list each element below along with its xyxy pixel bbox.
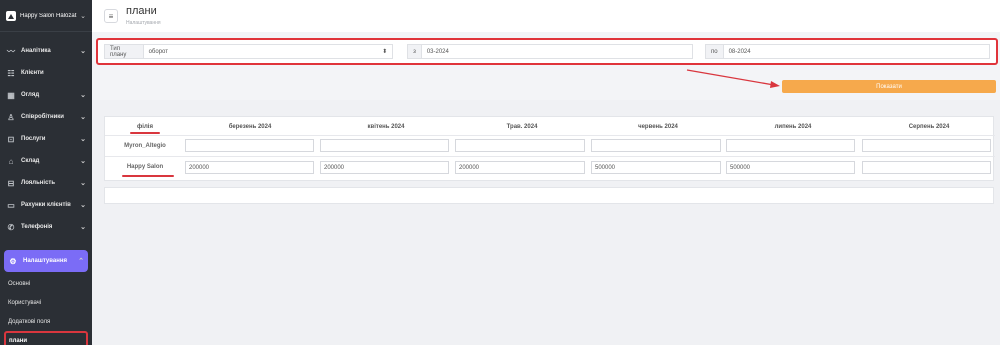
sidebar-item-client-accounts[interactable]: ▭ Рахунки клієнтів ⌄ [0,194,92,216]
plan-value-input[interactable]: 500000 [591,161,721,174]
menu-toggle-button[interactable]: ≡ [104,9,118,23]
sidebar-item-label: Рахунки клієнтів [21,202,71,208]
sidebar: Happy Salon Hálózat ⌄ 〰 Аналітика ⌄ ☷ Кл… [0,0,92,345]
gear-icon: ⚙ [9,256,17,266]
plan-value-input[interactable]: 200000 [320,161,449,174]
chevron-up-icon: ⌃ [78,258,84,265]
services-icon: ⊡ [7,134,15,144]
sidebar-subitem-users[interactable]: Користувачі [0,293,92,312]
chevron-down-icon: ⌄ [80,180,86,187]
plan-value-input[interactable] [455,139,585,152]
sidebar-item-warehouse[interactable]: ⌂ Склад ⌄ [0,150,92,172]
title-block: плани Налаштування [126,5,161,27]
user-icon: ♙ [7,112,15,122]
sidebar-item-label: Послуги [21,136,46,142]
sidebar-item-employees[interactable]: ♙ Співробітники ⌄ [0,106,92,128]
loyalty-icon: ⊟ [7,178,15,188]
row-label-branch: Happy Salon [126,164,164,170]
plan-type-value: оборот [148,48,168,55]
from-label: з [407,44,422,59]
show-button[interactable]: Показати [782,80,996,93]
chart-line-icon: 〰 [7,46,15,56]
sidebar-item-overview[interactable]: ▦ Огляд ⌄ [0,84,92,106]
hamburger-icon: ≡ [108,11,114,21]
chevron-down-icon: ⌄ [80,202,86,209]
highlight-underline [130,132,160,134]
sidebar-item-label: Клієнти [21,70,44,76]
plan-filter-bar: Тип плану оборот ⬍ з 03-2024 по 08-2024 [96,38,998,65]
plan-value-input[interactable]: 500000 [726,161,855,174]
divider [105,156,995,157]
sidebar-item-clients[interactable]: ☷ Клієнти [0,62,92,84]
chevron-down-icon: ⌄ [80,12,86,20]
column-header-month: березень 2024 [228,124,272,130]
warehouse-icon: ⌂ [8,156,14,166]
from-date-input[interactable]: 03-2024 [421,44,694,59]
column-header-month: Серпень 2024 [908,124,950,130]
logo-icon [6,10,16,21]
brand-switcher[interactable]: Happy Salon Hálózat ⌄ [0,0,92,32]
column-header-month: квітень 2024 [367,124,405,130]
phone-icon: ✆ [7,222,15,232]
sidebar-subitem-general[interactable]: Основні [0,274,92,293]
sidebar-item-label: Огляд [21,92,40,98]
sidebar-item-services[interactable]: ⊡ Послуги ⌄ [0,128,92,150]
to-date-input[interactable]: 08-2024 [723,44,990,59]
sidebar-item-loyalty[interactable]: ⊟ Лояльність ⌄ [0,172,92,194]
chevron-down-icon: ⌄ [80,92,86,99]
plan-value-input[interactable] [726,139,855,152]
sidebar-item-label: Телефонія [21,224,53,230]
plan-type-label: Тип плану [104,44,144,59]
sidebar-nav: 〰 Аналітика ⌄ ☷ Клієнти ▦ Огляд ⌄ ♙ Спів… [0,32,92,345]
select-arrows-icon: ⬍ [382,49,388,55]
sidebar-item-label: Налаштування [23,258,67,264]
plan-value-input[interactable] [591,139,721,152]
sidebar-item-label: Аналітика [21,48,51,54]
row-label-branch: Myron_Altegio [124,143,166,149]
sidebar-item-telephony[interactable]: ✆ Телефонія ⌄ [0,216,92,238]
plans-table: філія березень 2024 квітень 2024 Трав. 2… [104,116,995,181]
plan-value-input[interactable] [862,161,991,174]
chevron-down-icon: ⌄ [80,224,86,231]
table-footer [104,187,994,204]
sidebar-item-analytics[interactable]: 〰 Аналітика ⌄ [0,40,92,62]
plan-value-input[interactable]: 200000 [185,161,314,174]
page-subtitle: Налаштування [126,20,161,26]
plan-value-input[interactable] [185,139,314,152]
plan-value-input[interactable] [320,139,449,152]
sidebar-item-label: Лояльність [21,180,56,186]
settings-submenu: Основні Користувачі Додаткові поля плани [0,272,92,345]
grid-icon: ▦ [7,90,15,100]
sidebar-subitem-plans[interactable]: плани [4,331,88,345]
column-header-branch: філія [137,124,153,130]
highlight-underline [122,175,174,177]
column-header-month: червень 2024 [638,124,678,130]
wallet-icon: ▭ [7,200,15,210]
chevron-down-icon: ⌄ [80,158,86,165]
annotation-arrow-icon [686,69,780,88]
sidebar-item-label: Склад [21,158,40,164]
divider [105,135,995,136]
chevron-down-icon: ⌄ [80,136,86,143]
brand-name: Happy Salon Hálózat [20,12,77,19]
chevron-down-icon: ⌄ [80,48,86,55]
column-header-month: липень 2024 [774,124,812,130]
sidebar-item-label: Співробітники [21,114,64,120]
chevron-down-icon: ⌄ [80,114,86,121]
sidebar-subitem-custom-fields[interactable]: Додаткові поля [0,312,92,331]
plan-value-input[interactable]: 200000 [455,161,585,174]
plan-type-select[interactable]: оборот ⬍ [143,44,394,59]
column-header-month: Трав. 2024 [506,124,538,130]
page-title: плани [126,5,157,17]
plan-value-input[interactable] [862,139,991,152]
to-label: по [704,44,724,59]
users-icon: ☷ [7,68,15,78]
page-header: ≡ плани Налаштування [92,0,1000,32]
sidebar-item-settings[interactable]: ⚙ Налаштування ⌃ [4,250,88,272]
